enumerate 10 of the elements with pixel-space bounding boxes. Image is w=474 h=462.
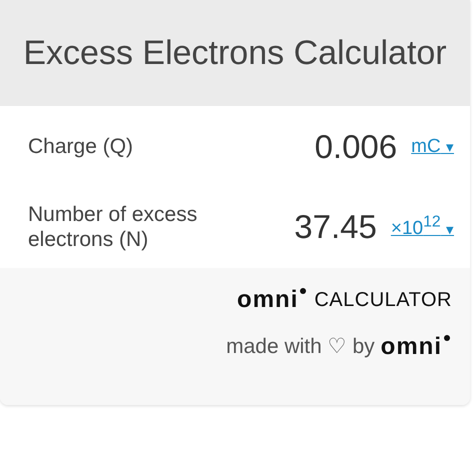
calculator-title: Excess Electrons Calculator: [23, 34, 447, 72]
field-label: Charge (Q): [28, 134, 134, 160]
value-field[interactable]: 37.45: [294, 208, 377, 246]
credit-text: made with ♡ by: [226, 334, 375, 359]
omni-logo[interactable]: omni: [380, 334, 452, 358]
omni-calculator-logo[interactable]: omni CALCULATOR: [237, 288, 452, 312]
value-field[interactable]: 0.006: [314, 128, 398, 166]
unit-dropdown[interactable]: ×10$^{12}$ ▾: [390, 214, 454, 240]
unit-dropdown[interactable]: mC ▾: [411, 136, 454, 158]
field-label: Number of excess electrons (N): [28, 202, 198, 252]
